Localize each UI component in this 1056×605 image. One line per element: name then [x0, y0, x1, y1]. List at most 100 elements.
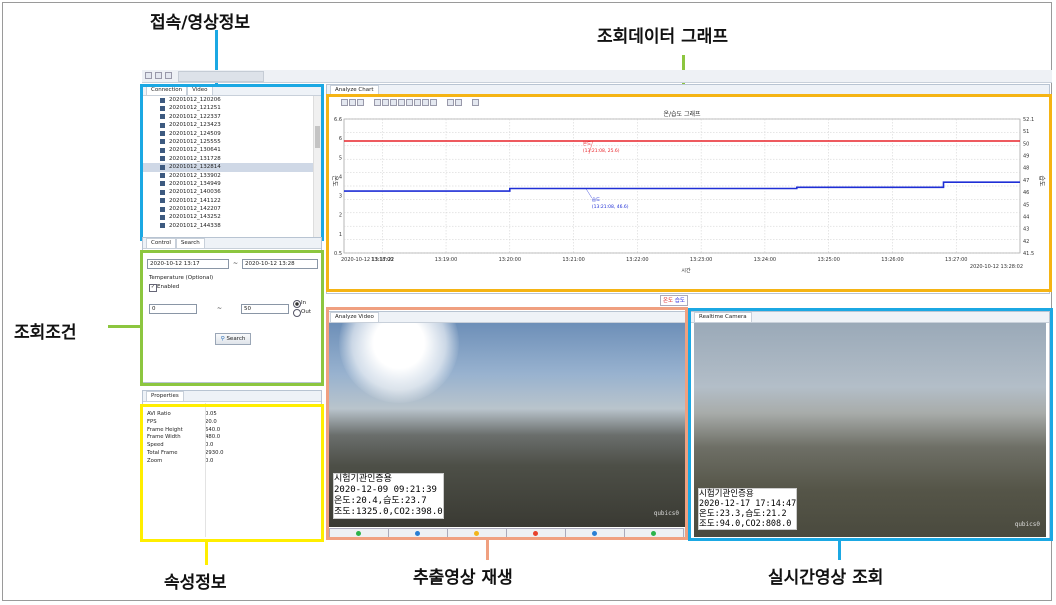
zoom-out-icon[interactable] — [381, 99, 389, 106]
chart-tool-icon-2[interactable] — [349, 99, 356, 106]
analyze-video-frame[interactable]: 시험기관인증용 2020-12-09 09:21:39 온도:20.4,습도:2… — [329, 323, 685, 527]
chart-tool-icon-7[interactable] — [397, 99, 405, 106]
undo-icon[interactable] — [446, 99, 454, 106]
video-list-item-label: 20201012_134949 — [169, 180, 221, 187]
redo-icon[interactable] — [454, 99, 462, 106]
x-tick-label: 13:25:00 — [817, 257, 839, 263]
date-to-field[interactable]: 2020-10-12 13:28 — [242, 259, 318, 269]
video-list-item[interactable]: 20201012_143252 — [143, 213, 313, 221]
rt-osd-line-3: 온도:23.3,습도:21.2 — [699, 509, 787, 519]
chart-tool-icon-1[interactable] — [341, 99, 348, 106]
legend-temp: 온도 — [663, 298, 674, 304]
save-icon[interactable] — [155, 72, 162, 79]
scrollbar-thumb[interactable] — [315, 126, 320, 148]
video-list-item[interactable]: 20201012_124509 — [143, 130, 313, 138]
radio-in[interactable] — [293, 300, 301, 308]
video-list-item[interactable]: 20201012_141122 — [143, 197, 313, 205]
video-tabbar: Analyze Video — [327, 312, 687, 323]
radio-out[interactable] — [293, 309, 301, 317]
chart-tool-icon-8[interactable] — [405, 99, 413, 106]
chart-tool-icon-3[interactable] — [357, 99, 364, 106]
pause-button[interactable] — [447, 528, 507, 538]
next-frame-button[interactable] — [565, 528, 625, 538]
y2-tick-label: 44 — [1023, 214, 1029, 220]
x-tick-label: 13:26:00 — [881, 257, 903, 263]
connector-properties — [205, 540, 208, 565]
video-list: 20201012_120206 20201012_121251 20201012_1… — [143, 96, 313, 237]
camera-tabbar: Realtime Camera — [691, 312, 1049, 323]
video-list-item-label: 20201012_121251 — [169, 105, 221, 112]
video-list-item[interactable]: 20201012_130641 — [143, 146, 313, 154]
x-tick-label: 13:19:00 — [435, 257, 457, 263]
video-list-item[interactable]: 20201012_142207 — [143, 205, 313, 213]
prev-frame-button[interactable] — [388, 528, 448, 538]
chart-tool-icon-10[interactable] — [421, 99, 429, 106]
tab-analyze-chart[interactable]: Analyze Chart — [330, 85, 379, 95]
export-icon[interactable] — [471, 99, 479, 106]
x-tick-label: 13:27:00 — [945, 257, 967, 263]
video-file-icon — [160, 97, 165, 103]
video-list-item[interactable]: 20201012_131728 — [143, 155, 313, 163]
line-chart: 13:18:00 13:19:00 13:20:00 13:21:00 13:22:00… — [331, 110, 1046, 274]
callout-properties: 속성정보 — [164, 573, 227, 593]
chart-tool-icon-6[interactable] — [389, 99, 397, 106]
video-file-icon — [160, 189, 165, 195]
video-file-icon — [160, 156, 165, 162]
video-list-item[interactable]: 20201012_123423 — [143, 121, 313, 129]
property-value: 20.0 — [205, 418, 217, 425]
stop-button[interactable] — [506, 528, 566, 538]
tab-search[interactable]: Search — [175, 238, 205, 248]
tab-video[interactable]: Video — [187, 85, 213, 95]
fast-forward-button[interactable] — [624, 528, 684, 538]
property-key: Total Frame — [147, 449, 178, 456]
list-scrollbar[interactable] — [313, 96, 321, 237]
connector-realtime — [838, 540, 841, 560]
property-value: 480.0 — [205, 434, 221, 441]
enabled-checkbox[interactable]: ✓ — [149, 284, 157, 292]
video-list-item[interactable]: 20201012_144338 — [143, 222, 313, 230]
annotation-humid-text: (13:21:08, 46.6) — [592, 204, 629, 210]
property-row: Frame Height 640.0 — [143, 427, 321, 435]
video-list-item-label: 20201012_124509 — [169, 130, 221, 137]
temp-max-input[interactable]: 50 — [241, 304, 289, 314]
rewind-button[interactable] — [329, 528, 389, 538]
video-list-item[interactable]: 20201012_133902 — [143, 172, 313, 180]
connector-playback — [486, 540, 489, 560]
y-axis-label: 온도 — [331, 175, 338, 187]
search-button[interactable]: ⚲ Search — [215, 333, 251, 345]
video-list-item[interactable]: 20201012_132814 — [143, 163, 313, 172]
tab-control[interactable]: Control — [146, 238, 176, 248]
temp-min-input[interactable]: 0 — [149, 304, 197, 314]
chart-tool-icon-9[interactable] — [413, 99, 421, 106]
tab-connection[interactable]: Connection — [146, 85, 188, 95]
legend-humid: 습도 — [674, 298, 685, 304]
y2-tick-label: 51 — [1023, 129, 1029, 135]
callout-connection: 접속/영상정보 — [150, 13, 251, 33]
realtime-video-frame[interactable]: 시험기관인증용 2020-12-17 17:14:47 온도:23.3,습도:2… — [694, 323, 1046, 537]
connection-tabbar: Connection Video — [143, 85, 321, 96]
video-list-item[interactable]: 20201012_121251 — [143, 104, 313, 112]
tab-realtime-camera[interactable]: Realtime Camera — [694, 312, 752, 322]
y2-tick-label: 43 — [1023, 227, 1029, 233]
video-file-icon — [160, 131, 165, 137]
video-list-item[interactable]: 20201012_140036 — [143, 188, 313, 196]
toolbar-icon-1[interactable] — [145, 72, 152, 79]
video-list-item-label: 20201012_143252 — [169, 214, 221, 221]
zoom-in-icon[interactable] — [373, 99, 381, 106]
sun-glare — [339, 323, 459, 403]
property-key: Speed — [147, 442, 164, 449]
date-from-field[interactable]: 2020-10-12 13:17 — [147, 259, 229, 269]
folder-icon[interactable] — [165, 72, 172, 79]
pointer-icon[interactable] — [429, 99, 437, 106]
video-file-icon — [160, 206, 165, 212]
video-list-item[interactable]: 20201012_134949 — [143, 180, 313, 188]
tab-analyze-video[interactable]: Analyze Video — [330, 312, 379, 322]
analyze-video-panel: Analyze Video 시험기관인증용 2020-12-09 09:21:3… — [326, 311, 688, 540]
video-list-item[interactable]: 20201012_120206 — [143, 96, 313, 104]
video-file-icon — [160, 223, 165, 229]
tab-properties[interactable]: Properties — [146, 391, 184, 401]
video-list-item-label: 20201012_120206 — [169, 97, 221, 103]
video-list-item[interactable]: 20201012_122337 — [143, 113, 313, 121]
video-list-item[interactable]: 20201012_125555 — [143, 138, 313, 146]
playback-controls — [329, 528, 685, 539]
